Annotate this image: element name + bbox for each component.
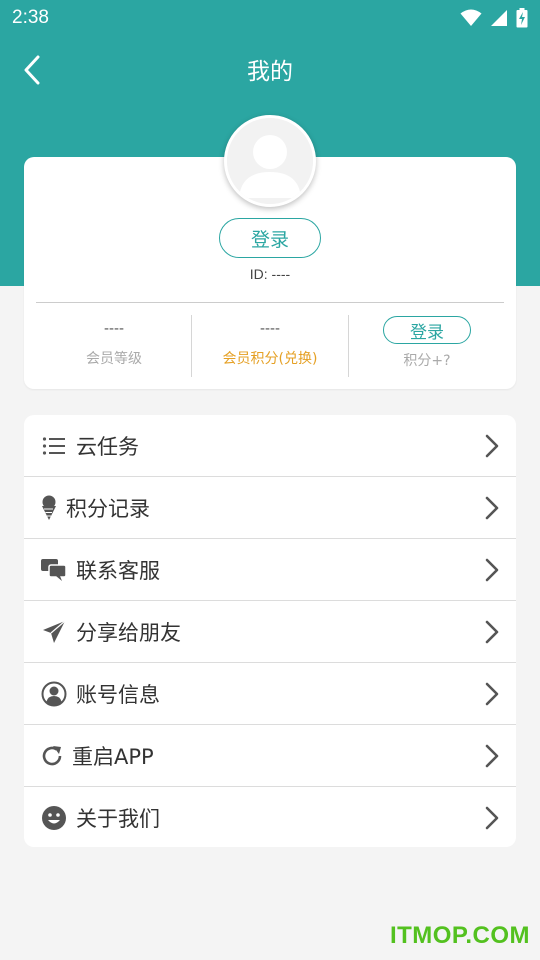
menu-item-about-us[interactable]: 关于我们 bbox=[24, 787, 516, 847]
avatar[interactable] bbox=[224, 115, 316, 207]
chevron-right-icon bbox=[485, 806, 499, 830]
chevron-right-icon bbox=[485, 620, 499, 644]
user-id: ID: ---- bbox=[249, 266, 291, 282]
stat-label: 会员等级 bbox=[86, 351, 142, 367]
menu-item-label: 账号信息 bbox=[76, 683, 160, 707]
chevron-left-icon bbox=[24, 55, 40, 85]
stat-label: 积分+? bbox=[403, 353, 451, 369]
back-button[interactable] bbox=[14, 52, 50, 88]
signal-icon bbox=[491, 10, 507, 26]
chevron-right-icon bbox=[485, 744, 499, 768]
smile-icon bbox=[40, 804, 68, 832]
menu-item-label: 积分记录 bbox=[66, 497, 150, 521]
points-login-button[interactable]: 登录 bbox=[383, 316, 471, 344]
menu-item-label: 联系客服 bbox=[76, 559, 160, 583]
status-icons bbox=[460, 8, 528, 28]
stat-label: 会员积分(兑换) bbox=[222, 351, 318, 367]
menu-card: 云任务 积分记录 联系客服 分享给朋友 账号信息 重启APP 关于我们 bbox=[24, 415, 516, 847]
watermark: ITMOP.COM bbox=[389, 922, 530, 949]
battery-icon bbox=[516, 8, 528, 28]
chevron-right-icon bbox=[485, 558, 499, 582]
stat-member-level: ---- 会员等级 bbox=[36, 314, 192, 378]
menu-item-label: 重启APP bbox=[72, 745, 154, 769]
chat-bubbles-icon bbox=[40, 556, 68, 584]
refresh-icon bbox=[40, 742, 64, 770]
chevron-right-icon bbox=[485, 434, 499, 458]
menu-item-label: 关于我们 bbox=[76, 807, 160, 831]
menu-item-restart-app[interactable]: 重启APP bbox=[24, 725, 516, 787]
default-avatar-icon bbox=[227, 118, 313, 204]
stat-member-points[interactable]: ---- 会员积分(兑换) bbox=[192, 314, 348, 378]
page-title: 我的 bbox=[247, 59, 293, 85]
ice-cream-icon bbox=[40, 494, 58, 522]
menu-item-cloud-task[interactable]: 云任务 bbox=[24, 415, 516, 477]
menu-item-customer-service[interactable]: 联系客服 bbox=[24, 539, 516, 601]
divider bbox=[36, 302, 504, 303]
menu-item-account-info[interactable]: 账号信息 bbox=[24, 663, 516, 725]
menu-item-label: 分享给朋友 bbox=[76, 621, 181, 645]
menu-item-share[interactable]: 分享给朋友 bbox=[24, 601, 516, 663]
menu-item-label: 云任务 bbox=[76, 435, 139, 459]
stat-value: ---- bbox=[260, 320, 280, 337]
chevron-right-icon bbox=[485, 496, 499, 520]
wifi-icon bbox=[460, 9, 482, 26]
login-button[interactable]: 登录 bbox=[219, 218, 321, 258]
chevron-right-icon bbox=[485, 682, 499, 706]
paper-plane-icon bbox=[40, 618, 68, 646]
user-circle-icon bbox=[40, 680, 68, 708]
stat-points-plus: 登录 积分+? bbox=[349, 314, 505, 378]
list-icon bbox=[40, 432, 68, 460]
status-time: 2:38 bbox=[12, 7, 49, 28]
menu-item-points-record[interactable]: 积分记录 bbox=[24, 477, 516, 539]
status-bar: 2:38 bbox=[0, 0, 540, 36]
nav-bar: 我的 bbox=[0, 40, 540, 98]
stat-value: ---- bbox=[104, 320, 124, 337]
